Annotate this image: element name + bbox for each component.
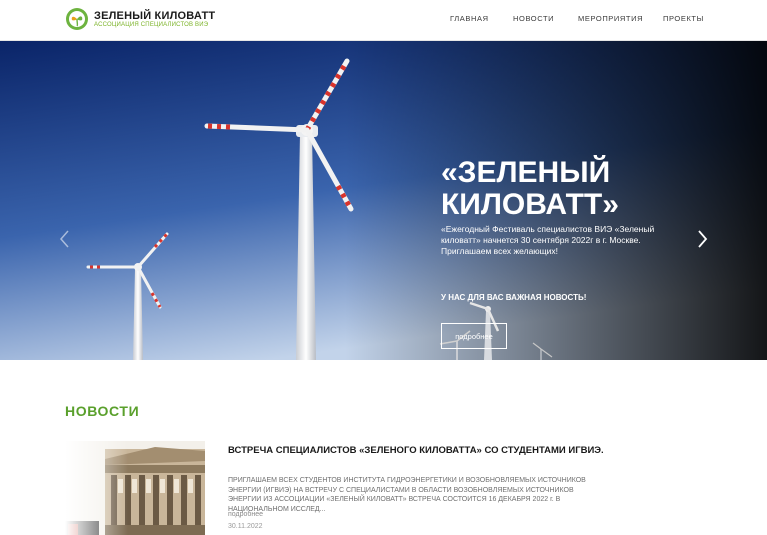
logo-icon[interactable] (65, 7, 89, 31)
news-item-more-link[interactable]: подробнее (228, 511, 263, 518)
hero-slider: «ЗЕЛЕНЫЙ КИЛОВАТТ» «Ежегодный Фестиваль … (0, 41, 767, 360)
site-header: ЗЕЛЕНЫЙ КИЛОВАТТ АССОЦИАЦИЯ СПЕЦИАЛИСТОВ… (0, 0, 767, 41)
nav-item-home[interactable]: ГЛАВНАЯ (450, 14, 489, 23)
hero-title: «ЗЕЛЕНЫЙ КИЛОВАТТ» (441, 157, 701, 221)
hero-description: «Ежегодный Фестиваль специалистов ВИЭ «З… (441, 224, 655, 256)
hero-news-label: У НАС ДЛЯ ВАС ВАЖНАЯ НОВОСТЬ! (441, 293, 587, 302)
brand-title[interactable]: ЗЕЛЕНЫЙ КИЛОВАТТ (94, 10, 215, 22)
news-thumbnail[interactable] (65, 441, 205, 535)
news-building-image (65, 441, 205, 535)
news-item-title[interactable]: ВСТРЕЧА СПЕЦИАЛИСТОВ «ЗЕЛЕНОГО КИЛОВАТТА… (228, 445, 608, 457)
brand-subtitle: АССОЦИАЦИЯ СПЕЦИАЛИСТОВ ВИЭ (94, 22, 209, 28)
hero-title-line-2: КИЛОВАТТ» (441, 188, 619, 221)
news-item-excerpt: ПРИГЛАШАЕМ ВСЕХ СТУДЕНТОВ ИНСТИТУТА ГИДР… (228, 477, 586, 513)
news-section-heading: НОВОСТИ (65, 403, 140, 419)
hero-title-line-1: «ЗЕЛЕНЫЙ (441, 156, 611, 189)
slider-prev-arrow-icon[interactable] (58, 227, 72, 251)
news-item-date: 30.11.2022 (228, 523, 263, 530)
nav-item-news[interactable]: НОВОСТИ (513, 14, 554, 23)
hero-more-button[interactable]: подробнее (441, 323, 507, 349)
nav-item-events[interactable]: МЕРОПРИЯТИЯ (578, 14, 643, 23)
slider-next-arrow-icon[interactable] (695, 227, 709, 251)
nav-item-projects[interactable]: ПРОЕКТЫ (663, 14, 704, 23)
